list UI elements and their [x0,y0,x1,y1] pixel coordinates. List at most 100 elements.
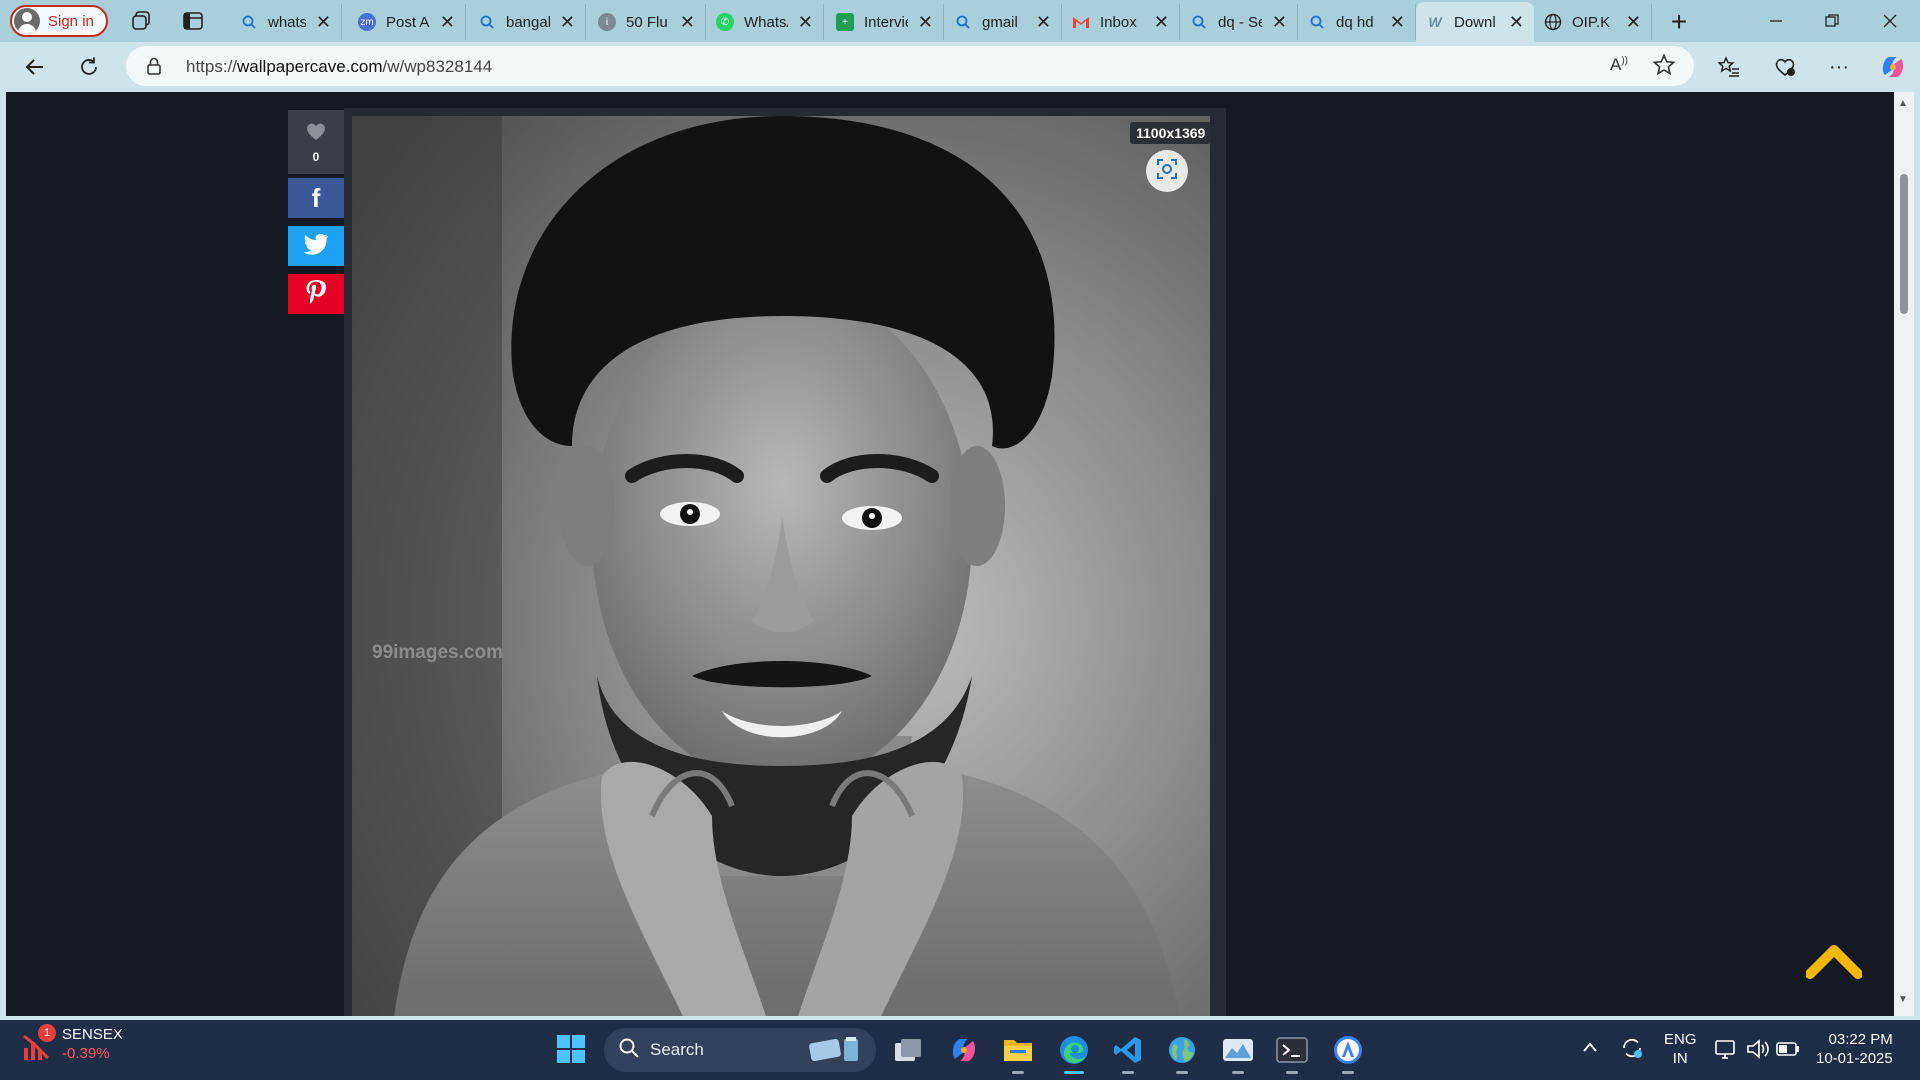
scrollbar-thumb[interactable] [1900,174,1908,314]
close-tab-icon[interactable]: ✕ [560,12,575,33]
address-bar[interactable]: https://wallpapercave.com/w/wp8328144 A)… [126,46,1694,86]
language-code: ENG [1664,1031,1697,1048]
tab-label: Interview [864,13,908,31]
sync-icon[interactable] [1620,1036,1644,1064]
close-tab-icon[interactable]: ✕ [1509,12,1524,33]
tab-inbox[interactable]: Inbox ✕ [1062,4,1180,40]
show-hidden-icons-chevron-icon[interactable] [1582,1040,1598,1057]
search-highlight-icon [808,1033,866,1068]
pinterest-icon [305,279,327,310]
tab-download-active[interactable]: W Downl ✕ [1416,2,1534,42]
page-scrollbar[interactable]: ▲ ▼ [1894,92,1914,1016]
close-tab-icon[interactable]: ✕ [918,12,933,33]
close-tab-icon[interactable]: ✕ [1036,12,1051,33]
tab-whatsapp-search[interactable]: whatsapp ✕ [230,4,342,40]
tab-post-a[interactable]: zm Post A ✕ [348,4,466,40]
twitter-share-button[interactable] [288,226,344,266]
close-tab-icon[interactable]: ✕ [1154,12,1169,33]
tab-50-flu[interactable]: i 50 Flu ✕ [588,4,706,40]
workspaces-icon[interactable] [128,8,154,34]
heart-icon [305,121,327,146]
chevron-up-icon [1805,945,1863,984]
running-indicator [1012,1071,1024,1074]
back-icon[interactable] [20,52,50,82]
visual-search-button[interactable] [1146,150,1188,192]
twitter-icon [303,233,329,260]
tab-label: gmail [982,13,1018,31]
tab-actions-icon[interactable] [180,8,206,34]
close-tab-icon[interactable]: ✕ [680,12,695,33]
close-tab-icon[interactable]: ✕ [316,12,331,33]
taskbar-search-box[interactable]: Search [604,1028,876,1072]
running-indicator [1286,1071,1298,1074]
close-tab-icon[interactable]: ✕ [798,12,813,33]
facebook-share-button[interactable]: f [288,178,344,218]
close-tab-icon[interactable]: ✕ [1272,12,1287,33]
region-code: IN [1672,1050,1688,1067]
language-indicator[interactable]: ENG IN [1664,1030,1697,1068]
restore-icon[interactable] [1812,8,1852,34]
search-icon [1308,13,1326,31]
network-icon[interactable] [1714,1038,1738,1064]
tab-label: 50 Flu [626,13,668,31]
task-view-icon[interactable] [890,1032,926,1068]
watermark-text: 99images.com [372,642,503,663]
search-icon [954,13,972,31]
tab-interview[interactable]: + Interview ✕ [826,4,944,40]
scroll-up-arrow-icon[interactable]: ▲ [1898,98,1908,109]
tab-gmail-search[interactable]: gmail ✕ [944,4,1062,40]
tab-whatsapp[interactable]: ✆ WhatsApp ✕ [706,4,824,40]
terminal-icon[interactable] [1274,1032,1310,1074]
file-explorer-icon[interactable] [1000,1032,1036,1074]
sign-in-button[interactable]: Sign in [10,5,108,37]
clock[interactable]: 03:22 PM 10-01-2025 [1816,1030,1893,1068]
minimize-icon[interactable] [1756,8,1796,34]
refresh-icon[interactable] [74,52,104,82]
close-tab-icon[interactable]: ✕ [1626,12,1641,33]
tab-label: dq - Sea [1218,13,1262,31]
like-button[interactable]: 0 [288,110,344,174]
close-tab-icon[interactable]: ✕ [440,12,455,33]
new-tab-button[interactable]: + [1664,6,1694,38]
wallpaper-image[interactable] [352,116,1210,1016]
ticker-title: SENSEX [62,1026,123,1043]
tab-label: Inbox [1100,13,1137,31]
tab-label: OIP.K [1572,13,1611,31]
tab-dq-hd[interactable]: dq hd ✕ [1298,4,1416,40]
pinterest-share-button[interactable] [288,274,344,314]
gmail-icon [1072,13,1090,31]
search-placeholder: Search [650,1040,704,1059]
tab-label: Post A [386,13,430,31]
running-indicator [1232,1071,1244,1074]
sign-in-label: Sign in [48,12,94,30]
vscode-icon[interactable] [1110,1032,1146,1074]
more-options-icon[interactable]: ··· [1824,52,1854,82]
visual-search-icon [1155,157,1179,186]
windows-start-icon[interactable] [556,1034,586,1069]
scroll-down-arrow-icon[interactable]: ▼ [1898,994,1908,1005]
app-store-icon[interactable] [1330,1032,1366,1074]
lock-icon[interactable] [146,56,162,81]
close-window-icon[interactable] [1870,8,1910,34]
favorites-icon[interactable] [1714,52,1744,82]
close-tab-icon[interactable]: ✕ [1390,12,1405,33]
read-aloud-icon[interactable]: A)) [1610,55,1628,75]
tab-dq-search[interactable]: dq - Sea ✕ [1180,4,1298,40]
copilot-app-icon[interactable] [946,1032,982,1068]
volume-icon[interactable] [1746,1038,1770,1064]
stock-ticker-widget[interactable]: 1 SENSEX -0.39% [22,1024,123,1062]
wallpapercave-icon: W [1428,14,1442,30]
whatsapp-icon: ✆ [716,13,734,31]
browser-essentials-icon[interactable] [1770,52,1800,82]
url-text[interactable]: https://wallpapercave.com/w/wp8328144 [186,57,492,77]
scroll-to-top-button[interactable] [1805,944,1863,985]
copilot-icon[interactable] [1878,52,1908,82]
edge-browser-icon[interactable] [1056,1032,1092,1074]
battery-icon[interactable] [1776,1040,1800,1062]
tab-oip[interactable]: OIP.K ✕ [1534,4,1652,40]
tab-bangalore-search[interactable]: bangalore ✕ [468,4,586,40]
taskbar: 1 SENSEX -0.39% Search ENG IN 03:22 PM 1… [0,1020,1920,1080]
photos-app-icon[interactable] [1220,1032,1256,1074]
favorite-star-icon[interactable] [1652,53,1676,82]
globe-app-icon[interactable] [1164,1032,1200,1074]
